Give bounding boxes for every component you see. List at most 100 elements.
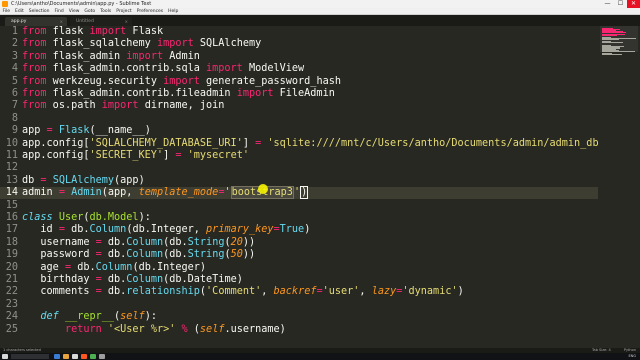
code-line[interactable]: from flask_sqlalchemy import SQLAlchemy: [22, 38, 261, 50]
maximize-button[interactable]: ☐: [614, 0, 627, 8]
code-line[interactable]: from werkzeug.security import generate_p…: [22, 76, 341, 88]
sublime-taskbar-icon[interactable]: [81, 354, 87, 359]
minimize-button[interactable]: —: [601, 0, 614, 8]
code-token: werkzeug.security: [46, 75, 164, 87]
windows-taskbar: ENG: [0, 353, 640, 360]
tab-close-icon[interactable]: ×: [125, 17, 128, 26]
code-token: (db.: [163, 236, 188, 248]
tab-bar: app.py × Untitled ×: [0, 15, 640, 26]
code-token: 'SECRET_KEY': [89, 150, 164, 161]
code-token: ): [457, 286, 464, 298]
menu-goto[interactable]: Goto: [82, 8, 98, 14]
minimap[interactable]: [598, 26, 640, 348]
chrome-icon[interactable]: [90, 354, 96, 359]
code-line[interactable]: comments = db.relationship('Comment', ba…: [22, 286, 464, 298]
menu-edit[interactable]: Edit: [13, 8, 27, 14]
code-token: id: [22, 224, 59, 236]
code-line[interactable]: class User(db.Model):: [22, 212, 151, 224]
code-line[interactable]: def __repr__(self):: [22, 311, 157, 323]
code-token: comments: [22, 286, 96, 298]
code-line[interactable]: app.config['SQLALCHEMY_DATABASE_URI'] = …: [22, 138, 598, 150]
menu-view[interactable]: View: [66, 8, 82, 14]
menu-find[interactable]: Find: [52, 8, 66, 14]
code-editor[interactable]: 1 2 3 4 5 6 7 8 9 10 11 12 13 14 15 16 17 18 19 20 21 22 23 24 2…: [0, 26, 598, 348]
code-line[interactable]: from flask_admin import Admin: [22, 51, 200, 63]
sublime-text-icon: [2, 1, 8, 7]
tab-label: app.py: [11, 19, 27, 24]
title-bar: C:\Users\antho\Documents\admin\app.py - …: [0, 0, 640, 8]
code-token: ):: [144, 311, 157, 323]
folder-icon[interactable]: [63, 354, 69, 359]
windows-start-icon[interactable]: [2, 354, 8, 359]
code-token: primary_key: [206, 224, 274, 236]
code-token: )): [242, 249, 256, 261]
code-token: backref: [273, 286, 317, 298]
taskbar-search-box[interactable]: [11, 354, 49, 359]
close-button[interactable]: ✕: [627, 0, 640, 8]
code-token: admin: [22, 187, 59, 199]
code-token: 'dynamic': [402, 286, 458, 298]
menu-selection[interactable]: Selection: [26, 8, 52, 14]
menu-preferences[interactable]: Preferences: [134, 8, 165, 14]
code-token: Column: [126, 236, 164, 248]
code-line[interactable]: id = db.Column(db.Integer, primary_key=T…: [22, 224, 310, 236]
tab-untitled[interactable]: Untitled ×: [70, 17, 132, 26]
code-token: 20: [230, 236, 243, 248]
code-token: 'user': [322, 286, 360, 298]
code-token: ,: [359, 286, 372, 298]
system-tray: ENG: [628, 354, 636, 358]
code-token: self: [199, 323, 225, 335]
syntax-indicator[interactable]: Python: [624, 348, 636, 352]
store-icon[interactable]: [72, 354, 78, 359]
code-token: import: [206, 63, 243, 75]
line-number: 1: [11, 26, 18, 37]
code-line[interactable]: from flask_admin.contrib.fileadmin impor…: [22, 88, 335, 100]
code-token: flask_admin.contrib.sqla: [46, 63, 207, 75]
code-token: password: [22, 249, 96, 261]
code-token: app.config[: [22, 150, 90, 161]
menu-project[interactable]: Project: [114, 8, 134, 14]
line-number: 9: [11, 125, 18, 137]
tab-size-indicator[interactable]: Tab Size: 4: [592, 348, 611, 352]
code-token: import: [236, 88, 274, 99]
menu-bar: File Edit Selection Find View Goto Tools…: [0, 8, 640, 15]
tab-app-py[interactable]: app.py ×: [5, 17, 67, 26]
code-line[interactable]: birthday = db.Column(db.DateTime): [22, 274, 242, 286]
code-area[interactable]: from flask import Flask from flask_sqlalc…: [22, 26, 598, 348]
code-token: Flask: [126, 26, 164, 37]
code-line[interactable]: from flask import Flask: [22, 26, 163, 38]
menu-file[interactable]: File: [0, 8, 13, 14]
code-line[interactable]: password = db.Column(db.String(50)): [22, 249, 255, 261]
code-token: generate_password_hash: [199, 75, 341, 87]
line-number: 15: [5, 199, 18, 211]
window-controls: — ☐ ✕: [601, 0, 640, 8]
code-token: 50: [230, 249, 243, 261]
code-line[interactable]: app = Flask(__name__): [22, 125, 151, 137]
code-token: ,: [261, 286, 274, 298]
code-token: 'Comment': [206, 286, 262, 298]
line-number: 23: [5, 298, 18, 310]
file-explorer-icon[interactable]: [54, 354, 60, 359]
code-line[interactable]: age = db.Column(db.Integer): [22, 262, 206, 274]
code-token: def: [40, 311, 59, 323]
minimap-line: [602, 51, 635, 53]
menu-help[interactable]: Help: [166, 8, 181, 14]
code-line[interactable]: app.config['SECRET_KEY'] = 'mysecret': [22, 150, 249, 162]
code-token: Column: [89, 224, 127, 236]
code-token: flask: [46, 26, 90, 37]
tab-close-icon[interactable]: ×: [60, 17, 63, 26]
code-token: )): [242, 236, 256, 248]
code-line[interactable]: from flask_admin.contrib.sqla import Mod…: [22, 63, 304, 75]
code-token: db.: [101, 249, 127, 261]
code-line[interactable]: username = db.Column(db.String(20)): [22, 237, 255, 249]
code-token: import: [101, 100, 139, 112]
code-token: self: [120, 311, 145, 323]
code-line[interactable]: return '<User %r>' % (self.username): [22, 324, 286, 336]
menu-tools[interactable]: Tools: [98, 8, 114, 14]
code-line[interactable]: from os.path import dirname, join: [22, 100, 224, 112]
code-token: return: [64, 323, 102, 335]
line-number: 19: [5, 249, 18, 261]
terminal-icon[interactable]: [99, 354, 105, 359]
code-line[interactable]: db = SQLAlchemy(app): [22, 175, 145, 187]
code-token: from: [22, 75, 47, 87]
